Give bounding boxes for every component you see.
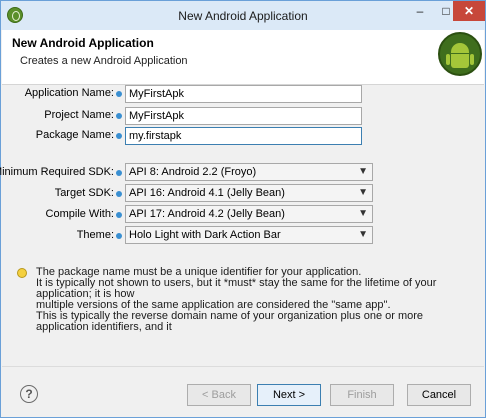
minimize-button[interactable]: –	[407, 1, 433, 21]
application-name-label: Application Name:	[24, 87, 114, 99]
back-button[interactable]: < Back	[187, 384, 251, 406]
target-sdk-select[interactable]: API 16: Android 4.1 (Jelly Bean) ▼	[125, 184, 373, 202]
theme-label: Theme:	[76, 229, 114, 241]
dialog-window: New Android Application – □ ✕ New Androi…	[0, 0, 486, 418]
next-button[interactable]: Next >	[257, 384, 321, 406]
package-name-field[interactable]	[125, 127, 362, 145]
compile-with-label: Compile With:	[45, 208, 114, 220]
project-name-label: Project Name:	[44, 109, 114, 121]
page-subtitle: Creates a new Android Application	[20, 55, 188, 67]
info-icon	[116, 212, 122, 218]
target-sdk-label: Target SDK:	[54, 187, 114, 199]
package-name-label: Package Name:	[35, 129, 114, 141]
project-name-field[interactable]	[125, 107, 362, 125]
application-name-field[interactable]	[125, 85, 362, 103]
info-icon	[116, 91, 122, 97]
info-message: The package name must be a unique identi…	[36, 267, 476, 333]
lightbulb-icon	[17, 268, 27, 278]
wizard-header: New Android Application Creates a new An…	[2, 30, 484, 85]
min-sdk-select[interactable]: API 8: Android 2.2 (Froyo) ▼	[125, 163, 373, 181]
help-icon[interactable]: ?	[20, 385, 38, 403]
info-icon	[116, 233, 122, 239]
theme-select[interactable]: Holo Light with Dark Action Bar ▼	[125, 226, 373, 244]
finish-button[interactable]: Finish	[330, 384, 394, 406]
chevron-down-icon: ▼	[358, 187, 368, 198]
cancel-button[interactable]: Cancel	[407, 384, 471, 406]
min-sdk-label: Minimum Required SDK:	[0, 166, 114, 178]
message-line: This is typically the reverse domain nam…	[36, 310, 424, 333]
close-button[interactable]: ✕	[453, 1, 485, 21]
theme-value: Holo Light with Dark Action Bar	[129, 229, 281, 241]
info-icon	[116, 113, 122, 119]
info-icon	[116, 191, 122, 197]
info-icon	[116, 170, 122, 176]
title-bar: New Android Application – □ ✕	[1, 1, 485, 30]
chevron-down-icon: ▼	[358, 229, 368, 240]
compile-with-select[interactable]: API 17: Android 4.2 (Jelly Bean) ▼	[125, 205, 373, 223]
message-line: It is typically not shown to users, but …	[36, 277, 437, 300]
min-sdk-value: API 8: Android 2.2 (Froyo)	[129, 166, 257, 178]
android-logo	[438, 32, 482, 76]
compile-with-value: API 17: Android 4.2 (Jelly Bean)	[129, 208, 285, 220]
info-icon	[116, 133, 122, 139]
chevron-down-icon: ▼	[358, 208, 368, 219]
page-title: New Android Application	[12, 36, 154, 50]
target-sdk-value: API 16: Android 4.1 (Jelly Bean)	[129, 187, 285, 199]
chevron-down-icon: ▼	[358, 166, 368, 177]
